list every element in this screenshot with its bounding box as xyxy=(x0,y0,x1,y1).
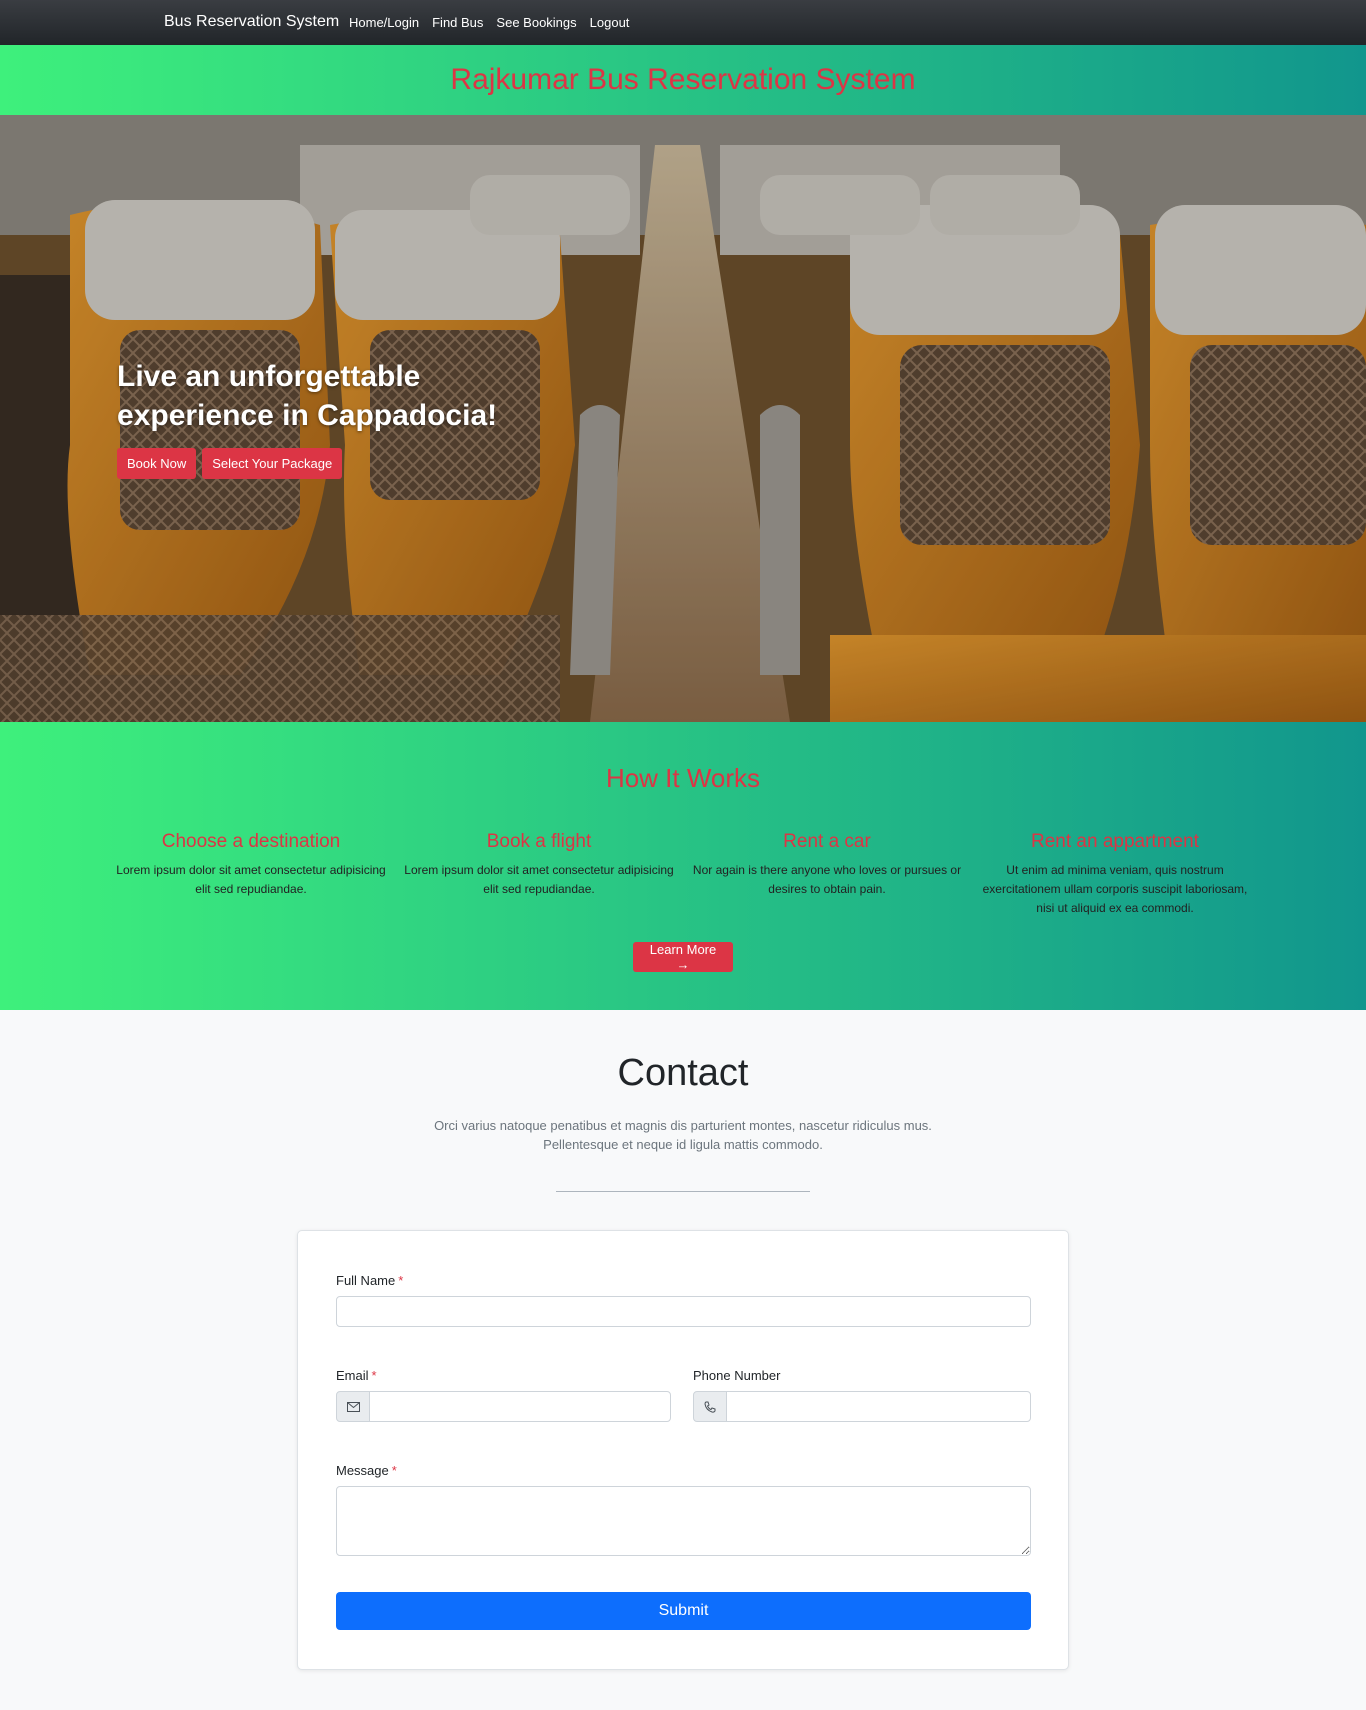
book-now-button[interactable]: Book Now xyxy=(117,448,197,479)
how-it-works-title: How It Works xyxy=(605,763,761,793)
fullname-label: Full Name * xyxy=(336,1273,404,1288)
submit-button[interactable]: Submit xyxy=(336,1592,1031,1630)
phone-label: Phone Number xyxy=(693,1368,781,1383)
select-package-button[interactable]: Select Your Package xyxy=(202,448,343,479)
navbar: Bus Reservation System Home/Login Find B… xyxy=(0,0,1366,45)
fullname-input[interactable] xyxy=(336,1296,1031,1327)
contact-description: Orci varius natoque penatibus et magnis … xyxy=(0,1116,1366,1154)
step-title: Rent an appartment xyxy=(1031,831,1199,852)
message-label: Message * xyxy=(336,1463,397,1478)
brand-link[interactable]: Bus Reservation System xyxy=(164,13,339,31)
nav-logout[interactable]: Logout xyxy=(590,15,630,30)
email-input[interactable] xyxy=(369,1391,671,1422)
learn-more-button[interactable]: Learn More → xyxy=(633,942,733,972)
hero-heading-line2: experience in Cappadocia! xyxy=(117,399,498,432)
step-rent-car: Rent a car Nor again is there anyone who… xyxy=(692,831,962,899)
step-title: Rent a car xyxy=(783,831,871,852)
envelope-icon xyxy=(336,1391,370,1422)
section-divider xyxy=(556,1191,810,1192)
step-title: Book a flight xyxy=(486,831,592,852)
title-banner: Rajkumar Bus Reservation System xyxy=(0,45,1366,115)
phone-icon xyxy=(693,1391,727,1422)
how-it-works-section: How It Works Choose a destination Lorem … xyxy=(0,722,1366,1010)
message-textarea[interactable] xyxy=(336,1486,1031,1556)
step-rent-apartment: Rent an appartment Ut enim ad minima ven… xyxy=(980,831,1250,918)
phone-input[interactable] xyxy=(726,1391,1031,1422)
contact-desc-line2: Pellentesque et neque id ligula mattis c… xyxy=(543,1137,823,1152)
step-text: Nor again is there anyone who loves or p… xyxy=(692,863,962,896)
nav-see-bookings[interactable]: See Bookings xyxy=(496,15,576,30)
hero-section: Live an unforgettable experience in Cappa… xyxy=(0,115,1366,722)
contact-title: Contact xyxy=(617,1052,749,1094)
email-label: Email * xyxy=(336,1368,377,1383)
step-choose-destination: Choose a destination Lorem ipsum dolor s… xyxy=(116,831,386,899)
contact-desc-line1: Orci varius natoque penatibus et magnis … xyxy=(434,1118,932,1133)
step-text: Lorem ipsum dolor sit amet consectetur a… xyxy=(116,863,386,896)
hero-heading-line1: Live an unforgettable xyxy=(117,360,421,393)
step-title: Choose a destination xyxy=(161,831,341,852)
hero-heading: Live an unforgettable experience in Cappa… xyxy=(117,357,537,435)
hero-buttons: Book Now Select Your Package xyxy=(117,448,343,479)
step-text: Lorem ipsum dolor sit amet consectetur a… xyxy=(404,863,674,896)
site-title: Rajkumar Bus Reservation System xyxy=(450,63,916,96)
nav-home-login[interactable]: Home/Login xyxy=(349,15,419,30)
contact-form: Full Name * Email * Phone Number Message * … xyxy=(297,1230,1069,1670)
step-text: Ut enim ad minima veniam, quis nostrum e… xyxy=(982,863,1248,915)
nav-find-bus[interactable]: Find Bus xyxy=(432,15,483,30)
nav-links: Home/Login Find Bus See Bookings Logout xyxy=(349,15,629,30)
step-book-flight: Book a flight Lorem ipsum dolor sit amet… xyxy=(404,831,674,899)
